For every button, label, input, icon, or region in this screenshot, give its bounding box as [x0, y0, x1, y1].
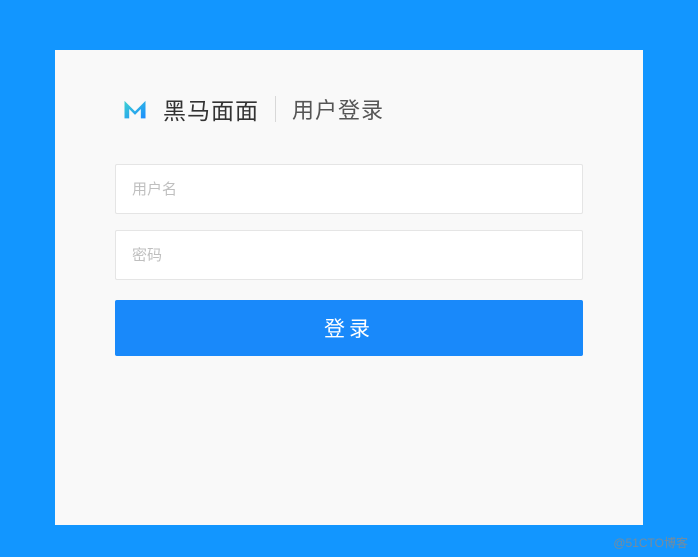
logo-icon [121, 95, 149, 123]
username-input[interactable] [115, 164, 583, 214]
header-divider [275, 96, 276, 122]
login-button[interactable]: 登录 [115, 300, 583, 356]
login-header: 黑马面面 用户登录 [115, 92, 583, 126]
password-input[interactable] [115, 230, 583, 280]
login-card: 黑马面面 用户登录 登录 [55, 50, 643, 525]
login-form: 登录 [115, 164, 583, 356]
page-title: 用户登录 [292, 93, 384, 125]
brand-name: 黑马面面 [163, 92, 259, 126]
watermark: @51CTO博客 [613, 534, 688, 551]
